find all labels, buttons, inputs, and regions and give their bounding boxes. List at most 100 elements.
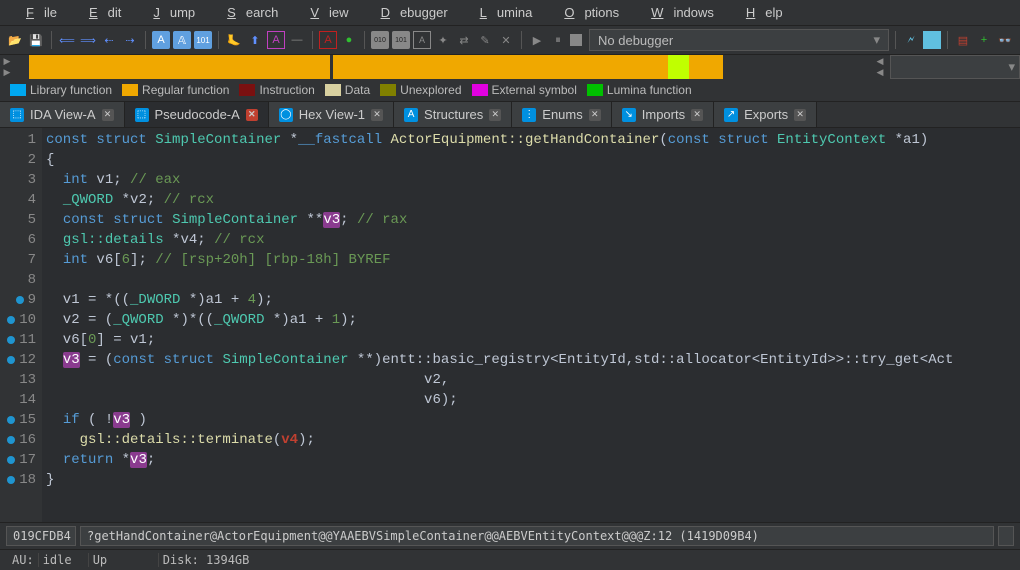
pause-icon[interactable]: ⏸ bbox=[549, 31, 567, 49]
ax-icon[interactable]: A bbox=[413, 31, 431, 49]
close-icon[interactable]: ✕ bbox=[246, 109, 258, 121]
tab-hex-view-1[interactable]: ◯ Hex View-1 ✕ bbox=[269, 102, 394, 127]
breakpoint-icon[interactable] bbox=[7, 356, 15, 364]
legend-item: Lumina function bbox=[587, 83, 692, 97]
tab-enums[interactable]: ⋮ Enums ✕ bbox=[512, 102, 611, 127]
status-bar-footer: AU: idle Up Disk: 1394GB bbox=[0, 549, 1020, 570]
tab-structures[interactable]: AStructures✕ bbox=[394, 102, 512, 127]
legend-item: Regular function bbox=[122, 83, 229, 97]
menu-file[interactable]: File bbox=[6, 2, 67, 23]
save-icon[interactable]: 💾 bbox=[27, 31, 45, 49]
legend-item: Instruction bbox=[239, 83, 314, 97]
back-dot-icon[interactable]: ⇠ bbox=[100, 31, 118, 49]
a-red-icon[interactable]: A bbox=[319, 31, 337, 49]
menu-options[interactable]: Options bbox=[544, 2, 629, 23]
nav-combo[interactable] bbox=[890, 55, 1020, 79]
breakpoint-icon[interactable] bbox=[7, 456, 15, 464]
breakpoint-icon[interactable] bbox=[7, 436, 15, 444]
close-icon[interactable]: ✕ bbox=[589, 109, 601, 121]
tab-icon: ↗ bbox=[724, 108, 738, 122]
menubar: FileEditJumpSearchViewDebuggerLuminaOpti… bbox=[0, 0, 1020, 25]
nav-right-arrow[interactable]: ◀◀ bbox=[873, 55, 887, 79]
breakpoint-icon[interactable] bbox=[16, 296, 24, 304]
fwd-icon[interactable]: ⟹ bbox=[79, 31, 97, 49]
tab-icon: ⋮ bbox=[522, 108, 536, 122]
legend-item: Library function bbox=[10, 83, 112, 97]
code-area[interactable]: const struct SimpleContainer *__fastcall… bbox=[42, 128, 1020, 522]
tab-pseudocode-a[interactable]: ⬚ Pseudocode-A ✕ bbox=[125, 102, 269, 127]
tools1-icon[interactable]: 🗲 bbox=[902, 31, 920, 49]
menu-view[interactable]: View bbox=[290, 2, 358, 23]
line-gutter: 1 2 3 4 5 6 7 8 9 10 11 12 13 14 15 16 1… bbox=[0, 128, 42, 522]
stop-icon[interactable] bbox=[570, 34, 582, 46]
green-dot-icon[interactable]: ● bbox=[340, 31, 358, 49]
status-disk: Disk: 1394GB bbox=[159, 553, 254, 567]
tab-icon: ⬚ bbox=[135, 108, 149, 122]
tab-bar: ⬚IDA View-A✕⬚Pseudocode-A✕◯Hex View-1✕AS… bbox=[0, 102, 1020, 128]
fwd-dot-icon[interactable]: ⇢ bbox=[121, 31, 139, 49]
debugger-select[interactable]: No debugger bbox=[589, 29, 889, 51]
a-box-icon[interactable]: A bbox=[267, 31, 285, 49]
tab-ida-view-a[interactable]: ⬚IDA View-A✕ bbox=[0, 102, 125, 127]
x-icon[interactable]: ✕ bbox=[497, 31, 515, 49]
menu-lumina[interactable]: Lumina bbox=[460, 2, 543, 23]
nav-strip[interactable] bbox=[14, 55, 873, 79]
menu-jump[interactable]: Jump bbox=[133, 2, 205, 23]
breakpoint-icon[interactable] bbox=[7, 416, 15, 424]
jump-icon[interactable]: 🦶 bbox=[225, 31, 243, 49]
legend-item: Data bbox=[325, 83, 370, 97]
at3-icon[interactable]: 101 bbox=[194, 31, 212, 49]
close-icon[interactable]: ✕ bbox=[691, 109, 703, 121]
brush-icon[interactable]: ✎ bbox=[476, 31, 494, 49]
menu-windows[interactable]: Windows bbox=[631, 2, 724, 23]
bin1-icon[interactable]: 010 bbox=[371, 31, 389, 49]
tab-icon: ◯ bbox=[279, 108, 293, 122]
back-icon[interactable]: ⟸ bbox=[58, 31, 76, 49]
status-extra bbox=[998, 526, 1014, 546]
legend-item: External symbol bbox=[472, 83, 577, 97]
breakpoint-icon[interactable] bbox=[7, 476, 15, 484]
at-icon[interactable]: A bbox=[152, 31, 170, 49]
plus2-icon[interactable]: + bbox=[975, 31, 993, 49]
star-icon[interactable]: ✦ bbox=[434, 31, 452, 49]
close-icon[interactable]: ✕ bbox=[102, 109, 114, 121]
tab-label: Hex View-1 bbox=[299, 107, 365, 122]
status-up: Up bbox=[89, 553, 159, 567]
tab-label: Structures bbox=[424, 107, 483, 122]
db-icon[interactable]: ▤ bbox=[954, 31, 972, 49]
tab-label: Pseudocode-A bbox=[155, 107, 240, 122]
tab-exports[interactable]: ↗ Exports ✕ bbox=[714, 102, 817, 127]
tab-label: Exports bbox=[744, 107, 788, 122]
glasses-icon[interactable]: 👓 bbox=[996, 31, 1014, 49]
breakpoint-icon[interactable] bbox=[7, 336, 15, 344]
tab-imports[interactable]: ↘Imports✕ bbox=[612, 102, 714, 127]
close-icon[interactable]: ✕ bbox=[794, 109, 806, 121]
nav-left-arrow[interactable]: ▶▶ bbox=[0, 55, 14, 79]
tab-icon: ↘ bbox=[622, 108, 636, 122]
close-icon[interactable]: ✕ bbox=[489, 109, 501, 121]
menu-search[interactable]: Search bbox=[207, 2, 288, 23]
pseudocode-editor[interactable]: 1 2 3 4 5 6 7 8 9 10 11 12 13 14 15 16 1… bbox=[0, 128, 1020, 522]
menu-help[interactable]: Help bbox=[726, 2, 793, 23]
status-bar-address: 019CFDB4 ?getHandContainer@ActorEquipmen… bbox=[0, 522, 1020, 549]
play-icon[interactable]: ▶ bbox=[528, 31, 546, 49]
status-au: AU: bbox=[8, 553, 39, 567]
plus-icon[interactable]: ⇄ bbox=[455, 31, 473, 49]
legend-bar: Library function Regular function Instruct… bbox=[0, 79, 1020, 102]
toolbar: 📂 💾 ⟸ ⟹ ⇠ ⇢ A 𝔸 101 🦶 ⬆ A — A ● 010 101 … bbox=[0, 25, 1020, 55]
debugger-label: No debugger bbox=[598, 33, 673, 48]
tab-label: Enums bbox=[542, 107, 582, 122]
open-icon[interactable]: 📂 bbox=[6, 31, 24, 49]
dash-icon[interactable]: — bbox=[288, 31, 306, 49]
menu-edit[interactable]: Edit bbox=[69, 2, 131, 23]
at2-icon[interactable]: 𝔸 bbox=[173, 31, 191, 49]
tools2-icon[interactable]: ⟳ bbox=[923, 31, 941, 49]
bin2-icon[interactable]: 101 bbox=[392, 31, 410, 49]
status-symbol: ?getHandContainer@ActorEquipment@@YAAEBV… bbox=[80, 526, 994, 546]
breakpoint-icon[interactable] bbox=[7, 316, 15, 324]
menu-debugger[interactable]: Debugger bbox=[361, 2, 458, 23]
legend-item: Unexplored bbox=[380, 83, 461, 97]
close-icon[interactable]: ✕ bbox=[371, 109, 383, 121]
up-icon[interactable]: ⬆ bbox=[246, 31, 264, 49]
tab-label: IDA View-A bbox=[30, 107, 96, 122]
